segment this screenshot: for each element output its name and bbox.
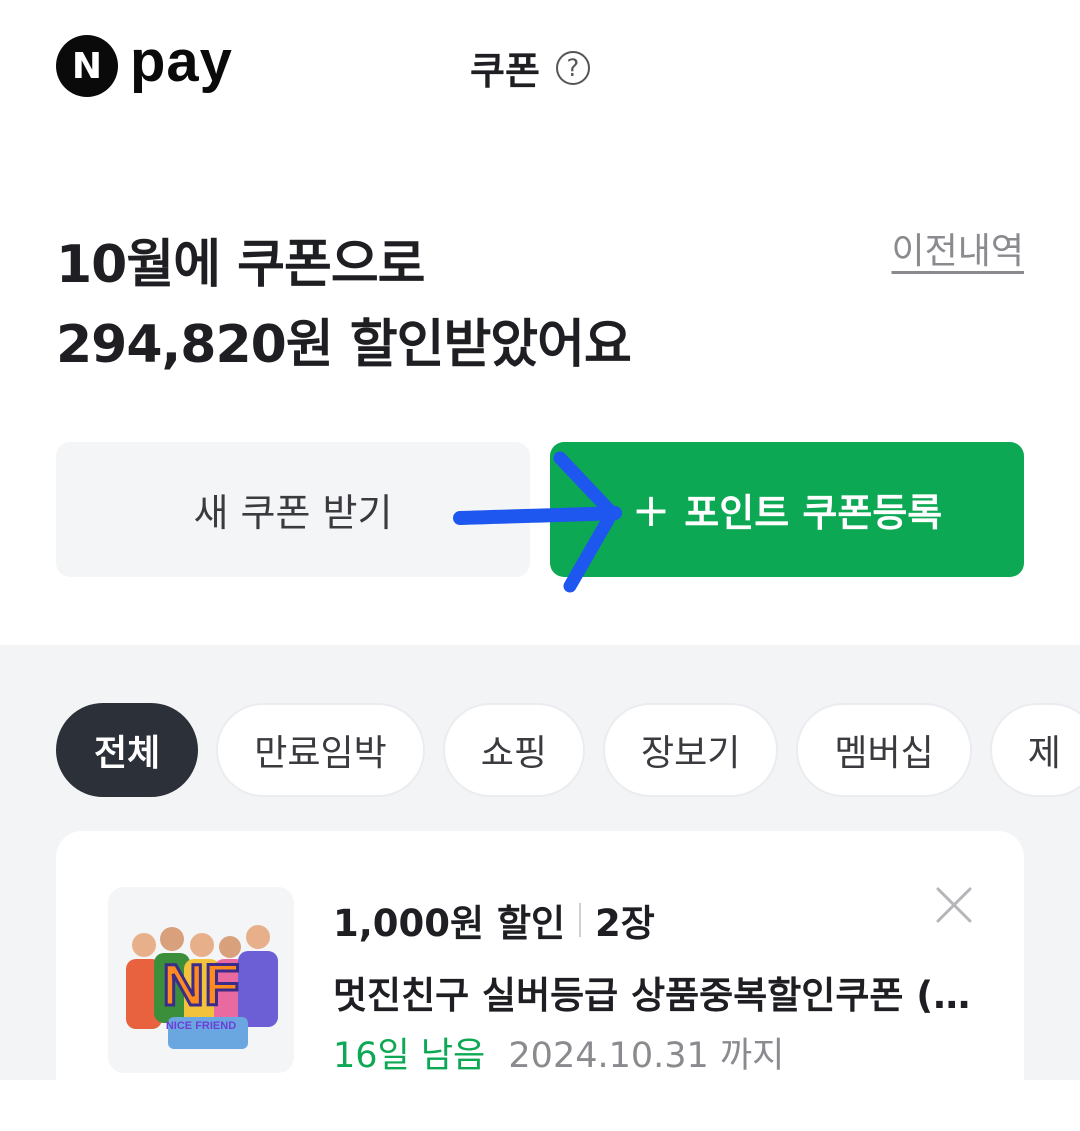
register-point-coupon-button[interactable]: + 포인트 쿠폰등록 xyxy=(550,442,1024,577)
register-point-coupon-label: 포인트 쿠폰등록 xyxy=(684,491,943,535)
filter-chip-shopping[interactable]: 쇼핑 xyxy=(442,703,585,797)
title-divider xyxy=(579,903,582,937)
close-icon[interactable] xyxy=(934,885,974,925)
savings-summary-line1: 10월에 쿠폰으로 xyxy=(56,235,426,295)
npay-logo-icon: N xyxy=(56,35,118,97)
coupon-thumbnail: NF NICE FRIEND xyxy=(108,887,294,1073)
help-icon[interactable]: ? xyxy=(555,50,590,85)
savings-summary-line2: 294,820원 할인받았어요 xyxy=(56,315,632,375)
nice-friend-text: NICE FRIEND xyxy=(166,1020,236,1032)
filter-chip-more[interactable]: 제 xyxy=(989,703,1080,797)
filter-chip-expiring[interactable]: 만료임박 xyxy=(216,703,425,797)
coupon-meta: 16일 남음 2024.10.31 까지 xyxy=(333,1027,784,1078)
history-link[interactable]: 이전내역 xyxy=(892,222,1024,274)
coupon-name: 멋진친구 실버등급 상품중복할인쿠폰 (… xyxy=(333,974,971,1017)
filter-chip-groceries[interactable]: 장보기 xyxy=(602,703,779,797)
coupon-title: 1,000원 할인 2장 xyxy=(333,893,655,947)
nf-monogram: NF xyxy=(162,953,239,1018)
coupon-expiry-date: 2024.10.31 까지 xyxy=(508,1036,785,1076)
coupon-discount: 1,000원 할인 xyxy=(333,902,566,945)
nice-friend-illustration: NF NICE FRIEND xyxy=(126,925,278,1049)
coupon-count: 2장 xyxy=(595,902,655,945)
filter-chips: 전체 만료임박 쇼핑 장보기 멤버십 제 xyxy=(56,703,1080,797)
get-new-coupon-button[interactable]: 새 쿠폰 받기 xyxy=(56,442,530,577)
coupon-card[interactable]: NF NICE FRIEND 1,000원 할인 2장 멋진친구 실버등급 상품… xyxy=(56,831,1024,1131)
plus-icon: + xyxy=(631,482,671,537)
page-title: 쿠폰 xyxy=(470,49,540,93)
filter-chip-membership[interactable]: 멤버십 xyxy=(796,703,972,797)
coupon-remaining-days: 16일 남음 xyxy=(333,1036,486,1076)
page-title-group: 쿠폰 ? xyxy=(470,40,590,95)
npay-logo[interactable]: N pay xyxy=(56,29,233,97)
get-new-coupon-label: 새 쿠폰 받기 xyxy=(193,491,393,535)
filter-chip-all[interactable]: 전체 xyxy=(56,703,199,797)
npay-logo-text: pay xyxy=(130,29,233,94)
header: N pay 쿠폰 ? xyxy=(0,0,1080,130)
